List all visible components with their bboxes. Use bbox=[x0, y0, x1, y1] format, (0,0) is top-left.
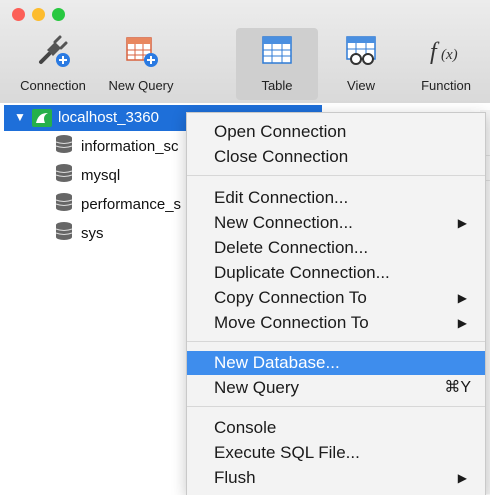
disclosure-triangle-icon[interactable]: ▼ bbox=[14, 110, 26, 124]
submenu-arrow-icon: ▶ bbox=[457, 291, 467, 305]
menu-item-move-connection-to[interactable]: Move Connection To ▶ bbox=[187, 311, 485, 335]
menu-separator bbox=[187, 175, 485, 176]
minimize-window-button[interactable] bbox=[32, 8, 45, 21]
menu-item-new-connection[interactable]: New Connection... ▶ bbox=[187, 211, 485, 235]
menu-item-label: Execute SQL File... bbox=[214, 443, 360, 462]
toolbar-table-button[interactable]: Table bbox=[236, 28, 318, 100]
menu-item-shortcut: ⌘Y bbox=[444, 379, 471, 396]
menu-item-copy-connection-to[interactable]: Copy Connection To ▶ bbox=[187, 286, 485, 310]
menu-item-execute-sql-file[interactable]: Execute SQL File... bbox=[187, 441, 485, 465]
toolbar-function-button[interactable]: f (x) Function bbox=[408, 28, 484, 100]
menu-item-label: New Database... bbox=[214, 353, 340, 372]
toolbar-connection-button[interactable]: Connection bbox=[12, 28, 94, 100]
menu-separator bbox=[187, 341, 485, 342]
tree-database-label: sys bbox=[81, 224, 104, 242]
database-icon bbox=[55, 221, 73, 246]
table-icon bbox=[257, 28, 297, 72]
database-icon bbox=[55, 134, 73, 159]
menu-item-label: New Connection... bbox=[214, 213, 353, 232]
context-menu: Open Connection Close Connection Edit Co… bbox=[186, 112, 486, 495]
menu-item-new-database[interactable]: New Database... bbox=[187, 351, 485, 375]
database-icon bbox=[55, 163, 73, 188]
tree-database-row[interactable]: sys bbox=[55, 221, 104, 245]
tree-database-row[interactable]: performance_s bbox=[55, 192, 181, 216]
menu-item-label: Delete Connection... bbox=[214, 238, 369, 257]
close-window-button[interactable] bbox=[12, 8, 25, 21]
menu-item-new-query[interactable]: New Query ⌘Y bbox=[187, 376, 485, 400]
menu-item-label: Copy Connection To bbox=[214, 288, 367, 307]
toolbar-view-button[interactable]: View bbox=[326, 28, 396, 100]
menu-item-label: Edit Connection... bbox=[214, 188, 349, 207]
toolbar-new-query-label: New Query bbox=[108, 78, 174, 93]
tree-database-label: information_sc bbox=[81, 137, 179, 155]
menu-separator bbox=[187, 406, 485, 407]
menu-item-console[interactable]: Console bbox=[187, 416, 485, 440]
zoom-window-button[interactable] bbox=[52, 8, 65, 21]
function-icon: f (x) bbox=[426, 28, 466, 72]
tree-database-row[interactable]: information_sc bbox=[55, 134, 179, 158]
tree-database-row[interactable]: mysql bbox=[55, 163, 120, 187]
menu-item-label: New Query bbox=[214, 378, 300, 397]
menu-item-open-connection[interactable]: Open Connection bbox=[187, 120, 485, 144]
table-add-icon bbox=[121, 28, 161, 72]
toolbar-new-query-button[interactable]: New Query bbox=[100, 28, 182, 100]
view-icon bbox=[341, 28, 381, 72]
svg-text:f: f bbox=[430, 39, 440, 65]
menu-item-label: Duplicate Connection... bbox=[214, 263, 390, 282]
plug-add-icon bbox=[33, 28, 73, 72]
menu-item-flush[interactable]: Flush ▶ bbox=[187, 466, 485, 490]
tree-database-label: mysql bbox=[81, 166, 121, 184]
menu-item-label: Open Connection bbox=[214, 122, 347, 141]
menu-item-duplicate-connection[interactable]: Duplicate Connection... bbox=[187, 261, 485, 285]
menu-item-delete-connection[interactable]: Delete Connection... bbox=[187, 236, 485, 260]
menu-item-label: Console bbox=[214, 418, 277, 437]
toolbar-table-label: Table bbox=[261, 78, 293, 93]
toolbar: Connection New Query Table View f (x) Fu… bbox=[0, 0, 490, 104]
database-icon bbox=[55, 192, 73, 217]
submenu-arrow-icon: ▶ bbox=[457, 316, 467, 330]
submenu-arrow-icon: ▶ bbox=[457, 216, 467, 230]
toolbar-connection-label: Connection bbox=[20, 78, 86, 93]
tree-database-label: performance_s bbox=[81, 195, 182, 213]
menu-item-label: Close Connection bbox=[214, 147, 349, 166]
toolbar-view-label: View bbox=[347, 78, 375, 93]
menu-item-close-connection[interactable]: Close Connection bbox=[187, 145, 485, 169]
menu-item-edit-connection[interactable]: Edit Connection... bbox=[187, 186, 485, 210]
submenu-arrow-icon: ▶ bbox=[457, 471, 467, 485]
tree-connection-label: localhost_3360 bbox=[58, 109, 159, 126]
toolbar-function-label: Function bbox=[421, 78, 471, 93]
svg-text:(x): (x) bbox=[441, 47, 458, 63]
menu-item-label: Move Connection To bbox=[214, 313, 369, 332]
menu-item-label: Flush bbox=[214, 468, 256, 487]
mysql-dolphin-icon bbox=[32, 109, 52, 132]
